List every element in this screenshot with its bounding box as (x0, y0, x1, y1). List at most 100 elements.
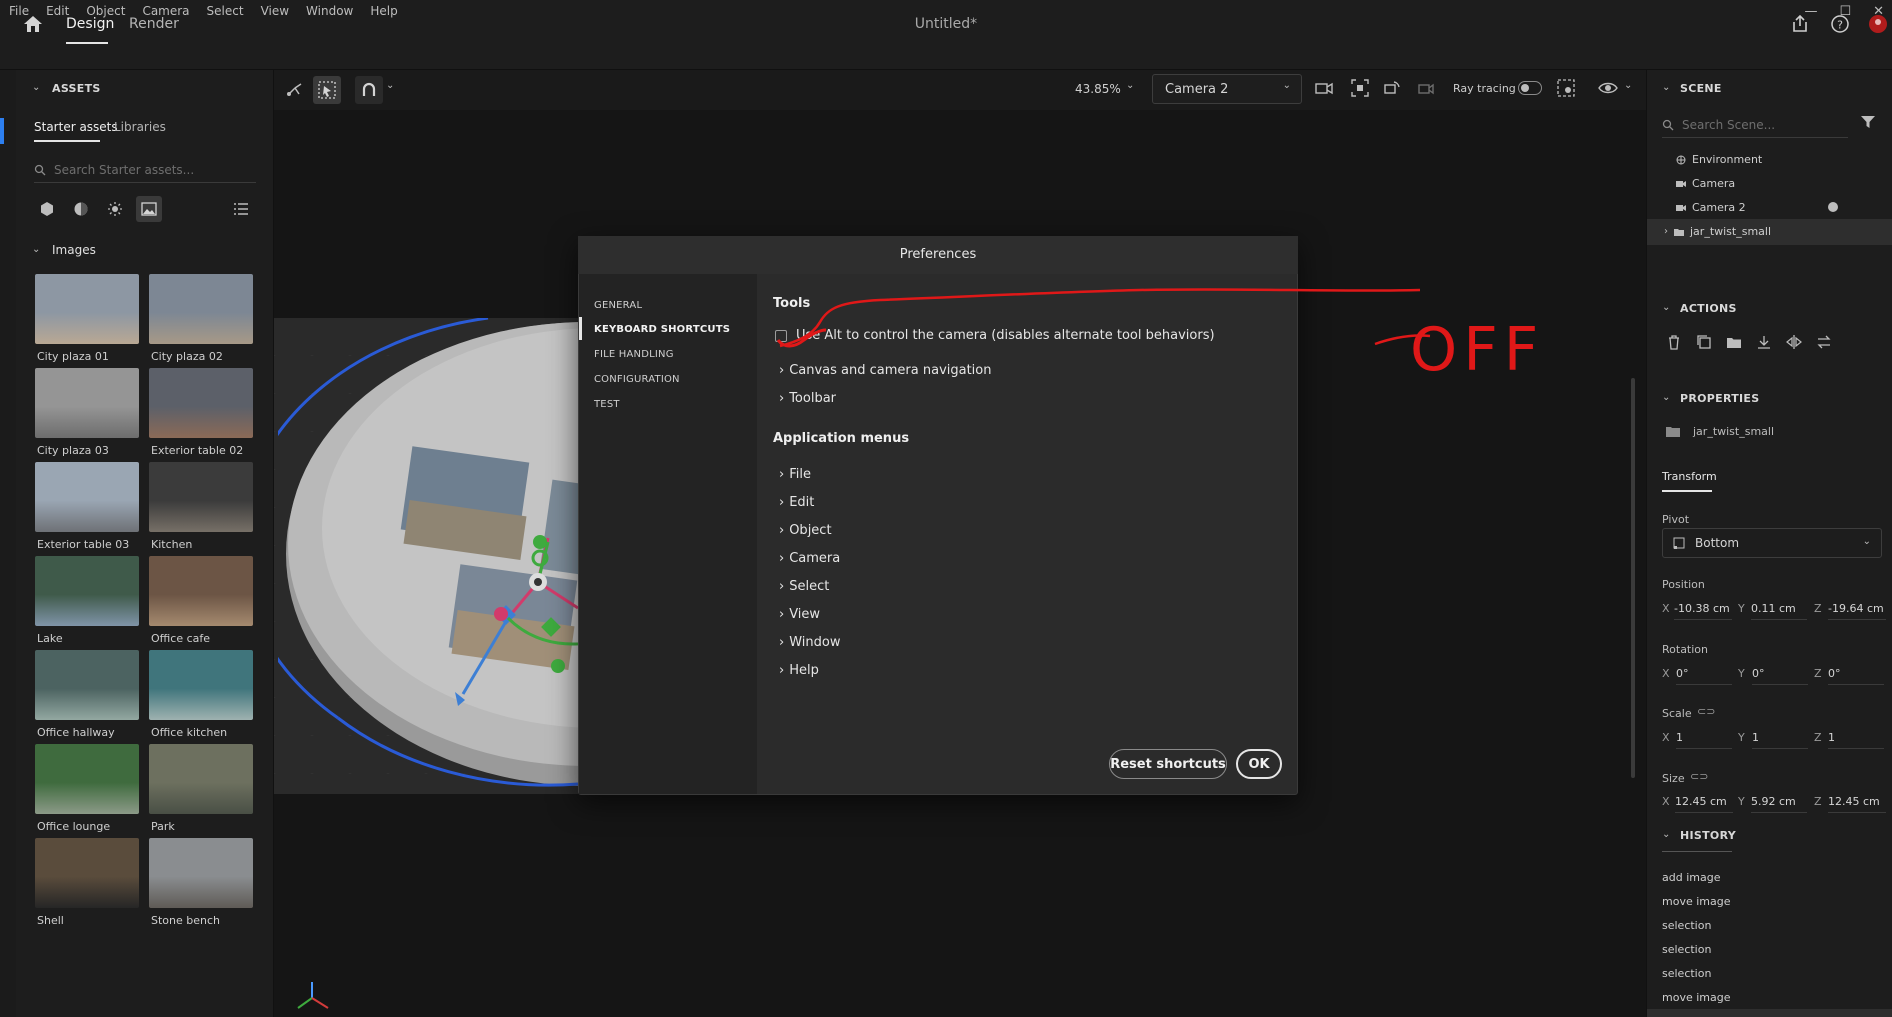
jar-object[interactable] (278, 318, 578, 794)
scene-item-camera[interactable]: Camera (1676, 177, 1735, 190)
size-z-input[interactable]: 12.45 cm (1828, 795, 1886, 813)
rotation-x-input[interactable]: 0° (1676, 667, 1732, 685)
asset-thumbnail[interactable] (35, 838, 139, 908)
scale-x-input[interactable]: 1 (1676, 731, 1732, 749)
subtab-libraries[interactable]: Libraries (114, 120, 166, 134)
shortcut-menu-camera[interactable]: › Camera (779, 551, 840, 566)
subtab-starter-assets[interactable]: Starter assets (34, 120, 118, 134)
rotation-y-input[interactable]: 0° (1752, 667, 1808, 685)
camera-select[interactable]: Camera 2 ⌄ (1152, 74, 1302, 104)
chevron-down-icon[interactable]: ⌄ (32, 82, 40, 93)
search-assets-input[interactable]: Search Starter assets... (34, 157, 256, 183)
shortcut-group-canvas[interactable]: › Canvas and camera navigation (779, 363, 992, 378)
viewport-scrollbar[interactable] (1631, 378, 1635, 778)
filter-icon[interactable] (1860, 114, 1876, 130)
frame-selection-icon[interactable] (1350, 78, 1370, 98)
nav-configuration[interactable]: CONFIGURATION (594, 374, 680, 385)
asset-thumbnail[interactable] (35, 556, 139, 626)
chevron-down-icon[interactable]: ⌄ (1662, 829, 1670, 840)
help-icon[interactable]: ? (1830, 14, 1850, 34)
orbit-camera-icon[interactable] (1382, 78, 1402, 98)
chevron-down-icon[interactable]: ⌄ (1126, 80, 1134, 91)
chevron-down-icon[interactable]: ⌄ (1662, 392, 1670, 403)
lights-filter-button[interactable] (102, 196, 128, 222)
asset-thumbnail[interactable] (149, 368, 253, 438)
render-settings-icon[interactable] (1556, 78, 1576, 98)
asset-thumbnail[interactable] (149, 462, 253, 532)
history-item[interactable]: selection (1662, 919, 1711, 932)
chevron-down-icon[interactable]: ⌄ (386, 80, 394, 91)
size-y-input[interactable]: 5.92 cm (1751, 795, 1807, 813)
scale-y-input[interactable]: 1 (1752, 731, 1808, 749)
camera-view-icon[interactable] (1314, 78, 1334, 98)
alt-camera-option-label[interactable]: Use Alt to control the camera (disables … (796, 328, 1215, 343)
size-x-input[interactable]: 12.45 cm (1675, 795, 1733, 813)
chevron-down-icon[interactable]: ⌄ (32, 244, 40, 255)
images-filter-button[interactable] (136, 196, 162, 222)
mirror-icon[interactable] (1786, 334, 1802, 350)
rotation-z-input[interactable]: 0° (1828, 667, 1884, 685)
scene-item-jar-twist-small[interactable]: › jar_twist_small (1664, 225, 1771, 238)
scene-item-environment[interactable]: Environment (1676, 153, 1762, 166)
nav-test[interactable]: TEST (594, 399, 620, 410)
scene-item-camera-2[interactable]: Camera 2 (1676, 201, 1746, 214)
avatar[interactable] (1868, 14, 1888, 34)
zoom-level[interactable]: 43.85% (1075, 82, 1121, 96)
scale-z-input[interactable]: 1 (1828, 731, 1884, 749)
link-icon[interactable]: ⊂⊃ (1697, 705, 1715, 718)
history-item[interactable]: selection (1662, 967, 1711, 980)
shortcut-menu-select[interactable]: › Select (779, 579, 829, 594)
history-item[interactable]: move image (1662, 895, 1730, 908)
share-icon[interactable] (1790, 14, 1810, 34)
position-y-input[interactable]: 0.11 cm (1751, 602, 1807, 620)
asset-thumbnail[interactable] (35, 650, 139, 720)
asset-thumbnail[interactable] (35, 368, 139, 438)
eye-icon[interactable] (1598, 78, 1618, 98)
pivot-select[interactable]: Bottom ⌄ (1662, 528, 1882, 558)
asset-thumbnail[interactable] (149, 650, 253, 720)
ok-button[interactable]: OK (1236, 749, 1282, 779)
nav-file-handling[interactable]: FILE HANDLING (594, 349, 674, 360)
shortcut-menu-edit[interactable]: › Edit (779, 495, 814, 510)
reset-shortcuts-button[interactable]: Reset shortcuts (1109, 749, 1227, 779)
list-view-button[interactable] (228, 196, 254, 222)
history-item[interactable]: move image (1662, 991, 1730, 1004)
swap-icon[interactable] (1816, 334, 1832, 350)
chevron-down-icon[interactable]: ⌄ (1662, 302, 1670, 313)
history-item[interactable]: add image (1662, 871, 1720, 884)
asset-thumbnail[interactable] (149, 744, 253, 814)
nav-general[interactable]: GENERAL (594, 300, 642, 311)
asset-thumbnail[interactable] (35, 744, 139, 814)
nav-keyboard-shortcuts[interactable]: KEYBOARD SHORTCUTS (594, 324, 730, 335)
camera-bookmark-icon[interactable] (1416, 78, 1436, 98)
drop-to-ground-icon[interactable] (1756, 334, 1772, 350)
chevron-right-icon[interactable]: › (1664, 226, 1668, 237)
shortcut-menu-view[interactable]: › View (779, 607, 820, 622)
active-camera-indicator[interactable] (1828, 202, 1838, 212)
link-icon[interactable]: ⊂⊃ (1690, 770, 1708, 783)
models-filter-button[interactable] (34, 196, 60, 222)
position-z-input[interactable]: -19.64 cm (1828, 602, 1886, 620)
tab-transform[interactable]: Transform (1662, 470, 1717, 483)
search-scene-input[interactable]: Search Scene... (1662, 112, 1848, 138)
shortcut-menu-object[interactable]: › Object (779, 523, 832, 538)
asset-thumbnail[interactable] (149, 556, 253, 626)
materials-filter-button[interactable] (68, 196, 94, 222)
chevron-down-icon[interactable]: ⌄ (1662, 82, 1670, 93)
history-item[interactable]: selection (1662, 943, 1711, 956)
chevron-down-icon[interactable]: ⌄ (1624, 80, 1632, 91)
alt-camera-checkbox[interactable] (775, 330, 787, 342)
asset-thumbnail[interactable] (149, 274, 253, 344)
position-x-input[interactable]: -10.38 cm (1674, 602, 1732, 620)
asset-thumbnail[interactable] (149, 838, 253, 908)
shortcut-menu-file[interactable]: › File (779, 467, 811, 482)
transform-tool-icon[interactable] (285, 80, 305, 100)
duplicate-icon[interactable] (1696, 334, 1712, 350)
shortcut-group-toolbar[interactable]: › Toolbar (779, 391, 836, 406)
group-folder-icon[interactable] (1726, 334, 1742, 350)
shortcut-menu-window[interactable]: › Window (779, 635, 840, 650)
asset-thumbnail[interactable] (35, 274, 139, 344)
shortcut-menu-help[interactable]: › Help (779, 663, 819, 678)
delete-icon[interactable] (1666, 334, 1682, 350)
asset-thumbnail[interactable] (35, 462, 139, 532)
